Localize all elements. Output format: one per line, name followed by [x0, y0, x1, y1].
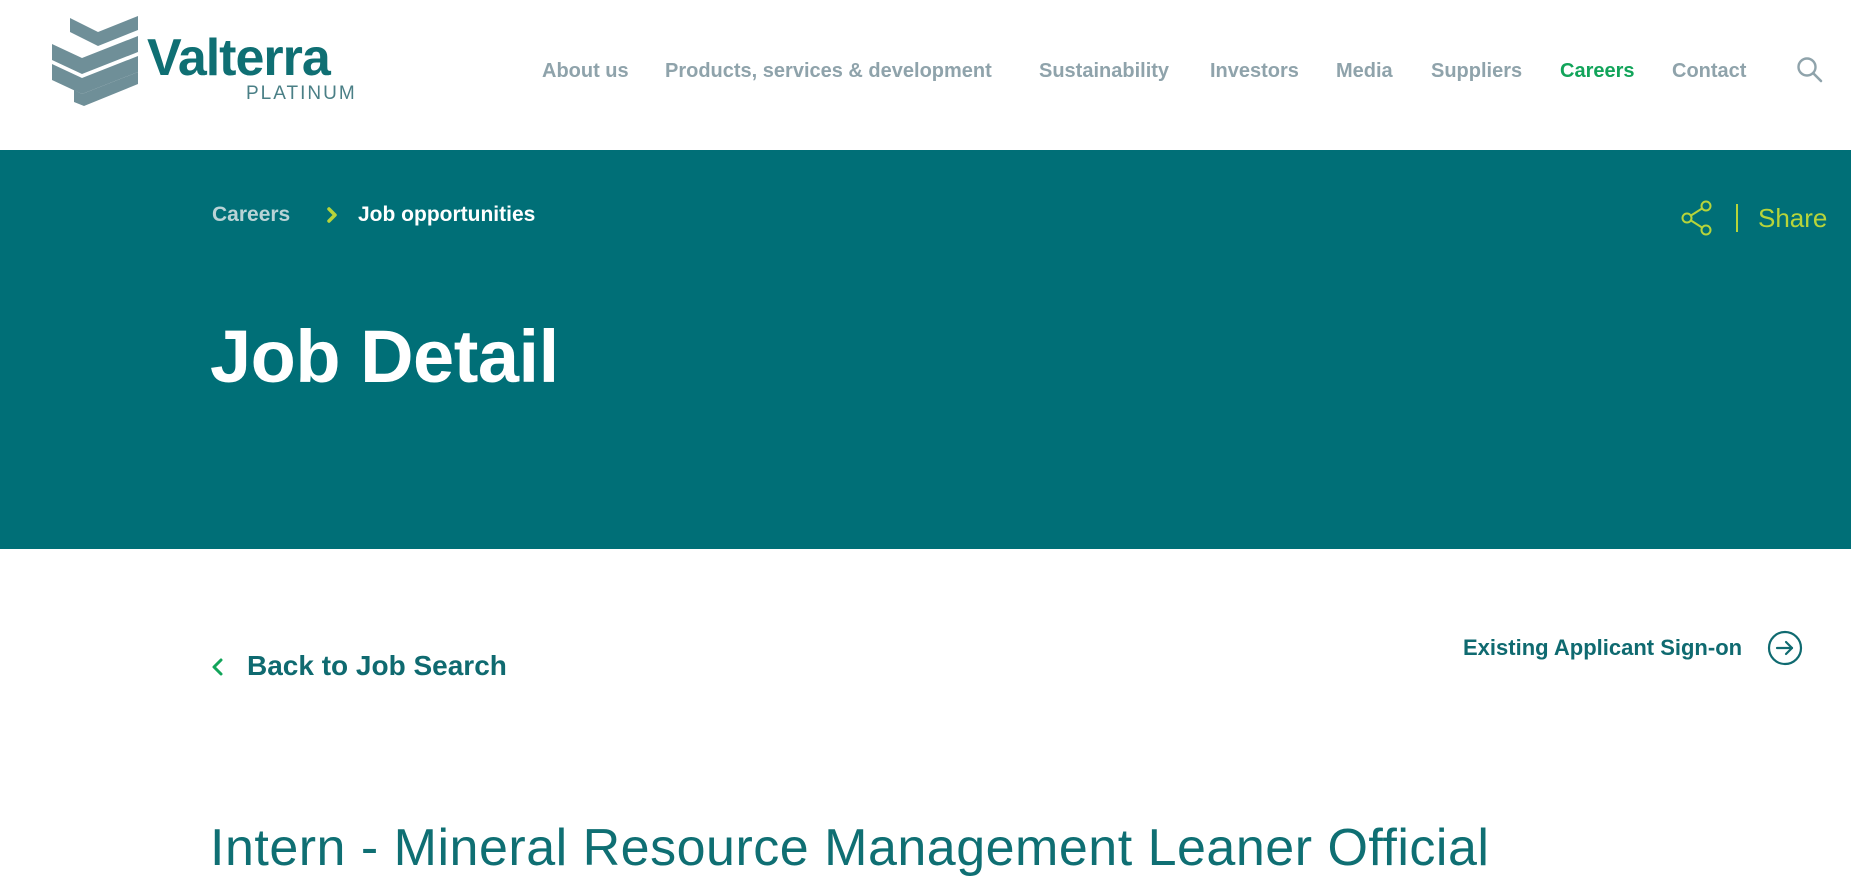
logo-mark-icon — [52, 16, 138, 106]
share-icon — [1681, 200, 1712, 236]
back-link-label: Back to Job Search — [247, 650, 507, 681]
share-divider — [1736, 204, 1738, 232]
nav-item-suppliers[interactable]: Suppliers — [1431, 58, 1522, 84]
nav-item-contact[interactable]: Contact — [1672, 58, 1746, 84]
nav-item-sustainability[interactable]: Sustainability — [1039, 58, 1169, 84]
valterra-logo[interactable]: Valterra PLATINUM — [52, 14, 362, 109]
chevron-right-icon — [327, 207, 337, 223]
nav-item-careers[interactable]: Careers — [1560, 58, 1635, 84]
breadcrumb-careers[interactable]: Careers — [212, 202, 290, 228]
job-title: Intern - Mineral Resource Management Lea… — [210, 819, 1490, 877]
logo-subtitle: PLATINUM — [246, 83, 357, 104]
signon-label: Existing Applicant Sign-on — [1463, 635, 1743, 660]
chevron-left-icon — [212, 658, 223, 676]
nav-item-investors[interactable]: Investors — [1210, 58, 1299, 84]
search-icon[interactable] — [1796, 56, 1824, 84]
page-title: Job Detail — [210, 315, 559, 398]
nav-item-media[interactable]: Media — [1336, 58, 1393, 84]
nav-item-about-us[interactable]: About us — [542, 58, 629, 84]
nav-item-products[interactable]: Products, services & development — [665, 58, 992, 84]
logo-wordmark: Valterra — [147, 29, 331, 87]
site-header: Valterra PLATINUM About us Products, ser… — [0, 0, 1851, 150]
share-label: Share — [1758, 203, 1828, 233]
arrow-right-circle-icon — [1767, 630, 1803, 666]
hero-banner: Careers Job opportunities Share Job Deta… — [0, 150, 1851, 549]
breadcrumb-current: Job opportunities — [358, 203, 536, 226]
